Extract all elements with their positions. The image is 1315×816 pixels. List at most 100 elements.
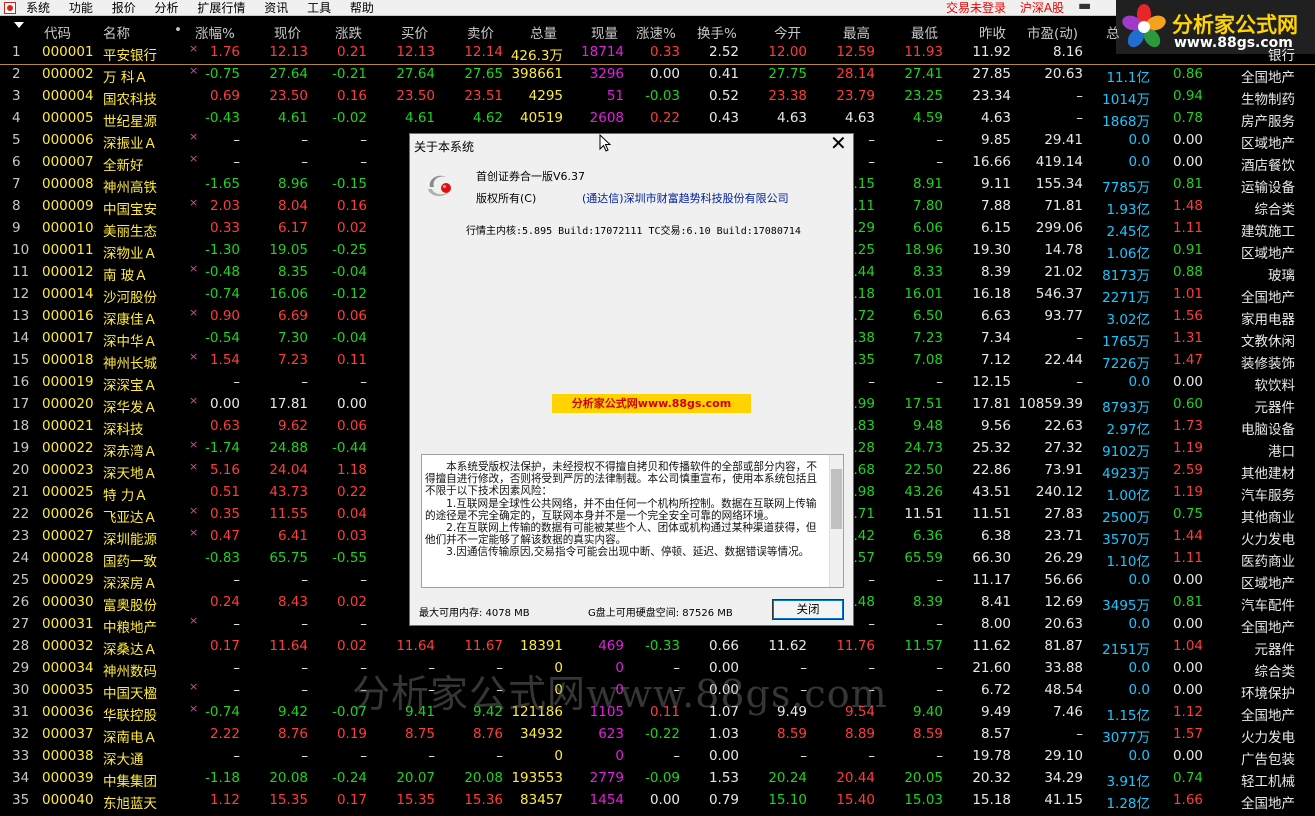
- header-high[interactable]: 最高: [843, 22, 870, 42]
- cell-low: 11.57: [904, 638, 943, 654]
- cell-spd: –: [673, 660, 680, 676]
- cell-high: 4.63: [844, 110, 875, 126]
- table-row[interactable]: 28 000032 深桑达Ａ 0.17 11.64 0.02 11.64 11.67 18391…: [0, 636, 1315, 658]
- dialog-close-icon[interactable]: ✕: [830, 133, 847, 153]
- table-row[interactable]: 34 000039 中集集团 -1.18 20.08 -0.24 20.07 20.08 193…: [0, 768, 1315, 790]
- cell-ind: 其他商业: [1241, 510, 1295, 526]
- cell-cur: 18714: [581, 44, 624, 60]
- header-total[interactable]: 总: [1106, 22, 1120, 42]
- cell-cap: 3.02亿: [1106, 312, 1150, 328]
- stock-code: 000028: [42, 550, 94, 566]
- row-index: 4: [12, 110, 21, 126]
- row-index: 17: [12, 396, 30, 412]
- cell-price: 4.61: [277, 110, 308, 126]
- table-row[interactable]: 31 000036 华联控股 × -0.74 9.42 -0.07 9.41 9.42 12118…: [0, 702, 1315, 724]
- cell-chg: 0.21: [336, 44, 367, 60]
- cell-low: 43.26: [904, 484, 943, 500]
- table-row[interactable]: 33 000038 深大通 – – – – –0 0–0.00– – –19.78 29.10 0.0 0…: [0, 746, 1315, 768]
- menu-help[interactable]: 帮助: [350, 0, 374, 16]
- cell-cap: 3077万: [1102, 730, 1150, 746]
- cell-low: 15.03: [904, 792, 943, 808]
- header-bid[interactable]: 买价: [401, 22, 428, 42]
- row-index: 6: [12, 154, 21, 170]
- cell-spd: -0.22: [645, 726, 680, 742]
- close-button[interactable]: 关闭: [772, 599, 844, 620]
- cell-pct: 0.33: [209, 220, 240, 236]
- table-row[interactable]: 30 000035 中国天楹 × – – – – – 0 0 – 0.00 – – – 6.72 48.54 0.0…: [0, 680, 1315, 702]
- cell-pe: 93.77: [1044, 308, 1083, 324]
- cell-prev: 7.88: [980, 198, 1011, 214]
- cell-cap: 2151万: [1102, 642, 1150, 658]
- header-pe[interactable]: 市盈(动): [1027, 22, 1078, 42]
- cell-cap: 11.1亿: [1106, 70, 1150, 86]
- cell-pe: 8.16: [1052, 44, 1083, 60]
- header-cur-volume[interactable]: 现量: [591, 22, 618, 42]
- cell-cap: 1.10亿: [1106, 554, 1150, 570]
- cell-bid: 12.13: [396, 44, 435, 60]
- header-price[interactable]: 现价: [274, 22, 301, 42]
- table-row[interactable]: 29 000034 神州数码 – – – – – 0 0 – 0.00 – – – 21.60 33.88 0.0…: [0, 658, 1315, 680]
- cell-high: –: [868, 616, 875, 632]
- sort-triangle-icon[interactable]: [14, 22, 24, 28]
- cell-ask: 9.42: [472, 704, 503, 720]
- row-index: 16: [12, 374, 30, 390]
- cell-high: .29: [853, 220, 875, 236]
- cell-low: 7.08: [912, 352, 943, 368]
- row-mark-icon: ×: [189, 614, 199, 627]
- menu-system[interactable]: 系统: [26, 0, 50, 16]
- cell-pe: 21.02: [1044, 264, 1083, 280]
- cell-high: .83: [853, 418, 875, 434]
- login-status-link[interactable]: 交易未登录: [946, 1, 1006, 15]
- table-row[interactable]: 4 000005 世纪星源 -0.43 4.61 -0.02 4.61 4.62 40519 26…: [0, 108, 1315, 130]
- cell-vol: 426.3万: [510, 48, 563, 64]
- menu-analysis[interactable]: 分析: [155, 0, 179, 16]
- header-ask[interactable]: 卖价: [467, 22, 494, 42]
- header-speed[interactable]: 涨速%: [636, 22, 676, 42]
- notice-scrollbar[interactable]: [829, 455, 843, 587]
- header-name[interactable]: 名称: [103, 22, 130, 42]
- app-icon[interactable]: [4, 2, 16, 14]
- row-index: 15: [12, 352, 30, 368]
- menu-tools[interactable]: 工具: [307, 0, 331, 16]
- cell-pct: -1.65: [205, 176, 240, 192]
- header-code[interactable]: 代码: [44, 22, 71, 42]
- cell-high: 23.79: [836, 88, 875, 104]
- cell-cap: 1.93亿: [1106, 202, 1150, 218]
- menu-function[interactable]: 功能: [69, 0, 93, 16]
- menu-extended-market[interactable]: 扩展行情: [197, 0, 245, 16]
- menu-quote[interactable]: 报价: [112, 0, 136, 16]
- header-volume[interactable]: 总量: [530, 22, 557, 42]
- cell-low: 8.33: [912, 264, 943, 280]
- cell-ind: 装修装饰: [1241, 356, 1295, 372]
- header-change[interactable]: 涨跌: [335, 22, 362, 42]
- header-turnover[interactable]: 换手%: [697, 22, 737, 42]
- header-change-pct[interactable]: 涨幅%: [195, 22, 235, 42]
- table-row[interactable]: 32 000037 深南电Ａ 2.22 8.76 0.19 8.75 8.76 34932 623…: [0, 724, 1315, 746]
- minimize-icon[interactable]: ▬: [1078, 0, 1091, 14]
- scrollbar-thumb[interactable]: [831, 469, 842, 529]
- table-row[interactable]: 3 000004 国农科技 0.69 23.50 0.16 23.50 23.51 4295 51…: [0, 86, 1315, 108]
- cell-pct: -0.74: [205, 286, 240, 302]
- cell-pe: 10859.39: [1018, 396, 1083, 412]
- cell-cap: 8173万: [1102, 268, 1150, 284]
- table-row[interactable]: 2 000002 万 科Ａ × -0.75 27.64 -0.21 27.64 27.65 398…: [0, 64, 1315, 86]
- cell-prev: 11.62: [972, 638, 1011, 654]
- market-label[interactable]: 沪深A股: [1020, 1, 1064, 15]
- dialog-notice-box[interactable]: 本系统受版权法保护，未经授权不得擅自拷贝和传播软件的全部或部分内容，不得擅自进行…: [421, 454, 844, 588]
- table-row[interactable]: 1 000001 平安银行 × 1.76 12.13 0.21 12.13 12.14 426.3…: [0, 42, 1315, 65]
- row-index: 28: [12, 638, 30, 654]
- stock-code: 000004: [42, 88, 94, 104]
- header-prev-close[interactable]: 昨收: [979, 22, 1006, 42]
- row-index: 22: [12, 506, 30, 522]
- cell-price: –: [301, 682, 308, 698]
- cell-low: 65.59: [904, 550, 943, 566]
- header-low[interactable]: 最低: [911, 22, 938, 42]
- cell-ask: 11.67: [464, 638, 503, 654]
- cell-price: 9.42: [277, 704, 308, 720]
- cell-prev: 9.11: [980, 176, 1011, 192]
- menu-news[interactable]: 资讯: [264, 0, 288, 16]
- stock-code: 000030: [42, 594, 94, 610]
- header-open[interactable]: 今开: [774, 22, 801, 42]
- table-row[interactable]: 35 000040 东旭蓝天 1.12 15.35 0.17 15.35 15.36 83457…: [0, 790, 1315, 812]
- cell-cap: 1.06亿: [1106, 246, 1150, 262]
